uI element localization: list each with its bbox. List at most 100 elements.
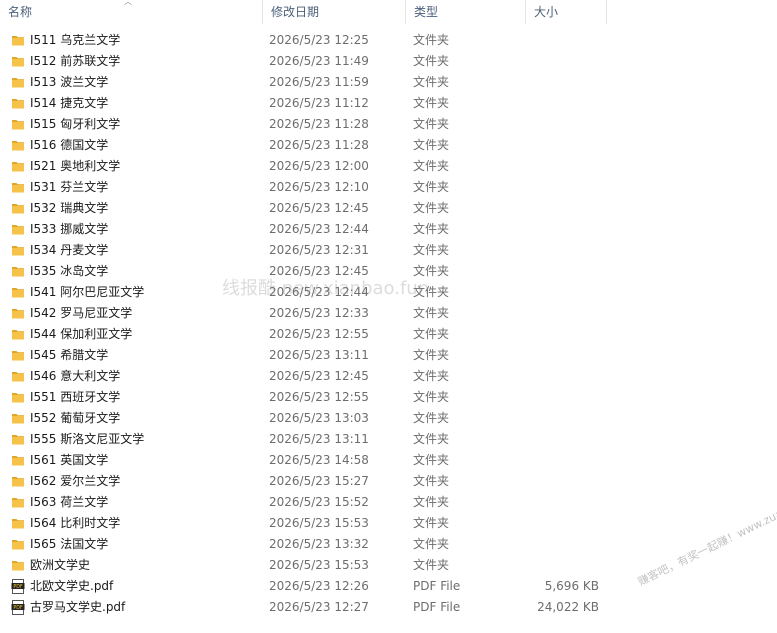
item-name: 北欧文学史.pdf: [30, 579, 114, 593]
item-name: I551 西班牙文学: [30, 390, 121, 404]
item-date-modified: 2026/5/23 13:11: [269, 348, 369, 362]
item-date-modified: 2026/5/23 15:27: [269, 474, 369, 488]
item-type: 文件夹: [413, 453, 450, 467]
item-name: I533 挪威文学: [30, 222, 109, 236]
folder-row[interactable]: I563 荷兰文学 2026/5/23 15:52 文件夹: [0, 492, 777, 513]
item-date-modified: 2026/5/23 12:44: [269, 222, 369, 236]
folder-row[interactable]: I533 挪威文学 2026/5/23 12:44 文件夹: [0, 219, 777, 240]
item-type: 文件夹: [413, 474, 450, 488]
folder-row[interactable]: I531 芬兰文学 2026/5/23 12:10 文件夹: [0, 177, 777, 198]
folder-icon: [11, 474, 25, 488]
file-row[interactable]: PDF 北欧文学史.pdf 2026/5/23 12:26 PDF File 5,696…: [0, 576, 777, 597]
item-name: I563 荷兰文学: [30, 495, 109, 509]
item-date-modified: 2026/5/23 12:44: [269, 285, 369, 299]
folder-row[interactable]: I511 乌克兰文学 2026/5/23 12:25 文件夹: [0, 30, 777, 51]
folder-row[interactable]: I544 保加利亚文学 2026/5/23 12:55 文件夹: [0, 324, 777, 345]
folder-row[interactable]: I532 瑞典文学 2026/5/23 12:45 文件夹: [0, 198, 777, 219]
item-name: I565 法国文学: [30, 537, 109, 551]
folder-row[interactable]: I515 匈牙利文学 2026/5/23 11:28 文件夹: [0, 114, 777, 135]
item-type: 文件夹: [413, 33, 450, 47]
folder-icon: [11, 243, 25, 257]
folder-row[interactable]: I521 奥地利文学 2026/5/23 12:00 文件夹: [0, 156, 777, 177]
item-date-modified: 2026/5/23 12:33: [269, 306, 369, 320]
folder-icon: [11, 495, 25, 509]
item-date-modified: 2026/5/23 12:00: [269, 159, 369, 173]
item-type: 文件夹: [413, 495, 450, 509]
item-date-modified: 2026/5/23 13:32: [269, 537, 369, 551]
folder-row[interactable]: 欧洲文学史 2026/5/23 15:53 文件夹: [0, 555, 777, 576]
item-name: I511 乌克兰文学: [30, 33, 121, 47]
folder-row[interactable]: I512 前苏联文学 2026/5/23 11:49 文件夹: [0, 51, 777, 72]
item-type: PDF File: [413, 579, 461, 593]
item-name: I532 瑞典文学: [30, 201, 109, 215]
folder-row[interactable]: I535 冰岛文学 2026/5/23 12:45 文件夹: [0, 261, 777, 282]
folder-row[interactable]: I516 德国文学 2026/5/23 11:28 文件夹: [0, 135, 777, 156]
folder-row[interactable]: I555 斯洛文尼亚文学 2026/5/23 13:11 文件夹: [0, 429, 777, 450]
item-date-modified: 2026/5/23 11:28: [269, 117, 369, 131]
pdf-file-icon: PDF: [11, 579, 25, 594]
item-type: 文件夹: [413, 306, 450, 320]
folder-icon: [11, 33, 25, 47]
item-type: 文件夹: [413, 285, 450, 299]
item-type: 文件夹: [413, 138, 450, 152]
folder-row[interactable]: I562 爱尔兰文学 2026/5/23 15:27 文件夹: [0, 471, 777, 492]
column-header-name[interactable]: ︿ 名称: [0, 0, 263, 24]
item-date-modified: 2026/5/23 12:27: [269, 600, 369, 614]
item-name: I545 希腊文学: [30, 348, 109, 362]
folder-row[interactable]: I561 英国文学 2026/5/23 14:58 文件夹: [0, 450, 777, 471]
sort-arrow-icon: ︿: [124, 0, 132, 6]
folder-icon: [11, 516, 25, 530]
folder-row[interactable]: I565 法国文学 2026/5/23 13:32 文件夹: [0, 534, 777, 555]
item-date-modified: 2026/5/23 11:28: [269, 138, 369, 152]
folder-row[interactable]: I564 比利时文学 2026/5/23 15:53 文件夹: [0, 513, 777, 534]
item-name: 欧洲文学史: [30, 558, 91, 572]
item-type: PDF File: [413, 600, 461, 614]
item-name: I516 德国文学: [30, 138, 109, 152]
column-header-date-label: 修改日期: [271, 5, 320, 19]
item-type: 文件夹: [413, 537, 450, 551]
item-date-modified: 2026/5/23 12:45: [269, 201, 369, 215]
folder-row[interactable]: I551 西班牙文学 2026/5/23 12:55 文件夹: [0, 387, 777, 408]
item-type: 文件夹: [413, 558, 450, 572]
folder-row[interactable]: I546 意大利文学 2026/5/23 12:45 文件夹: [0, 366, 777, 387]
item-name: 古罗马文学史.pdf: [30, 600, 126, 614]
folder-row[interactable]: I534 丹麦文学 2026/5/23 12:31 文件夹: [0, 240, 777, 261]
item-date-modified: 2026/5/23 11:49: [269, 54, 369, 68]
item-name: I546 意大利文学: [30, 369, 121, 383]
column-header-type[interactable]: 类型: [406, 0, 526, 24]
item-type: 文件夹: [413, 327, 450, 341]
item-type: 文件夹: [413, 432, 450, 446]
item-name: I542 罗马尼亚文学: [30, 306, 133, 320]
folder-row[interactable]: I541 阿尔巴尼亚文学 2026/5/23 12:44 文件夹: [0, 282, 777, 303]
svg-text:PDF: PDF: [13, 605, 23, 611]
item-name: I564 比利时文学: [30, 516, 121, 530]
folder-icon: [11, 327, 25, 341]
item-name: I512 前苏联文学: [30, 54, 121, 68]
pdf-file-icon: PDF: [11, 600, 25, 615]
column-header-bar: ︿ 名称 修改日期 类型 大小: [0, 0, 777, 24]
item-name: I555 斯洛文尼亚文学: [30, 432, 145, 446]
column-header-name-label: 名称: [8, 5, 33, 19]
item-type: 文件夹: [413, 516, 450, 530]
item-type: 文件夹: [413, 117, 450, 131]
column-header-date[interactable]: 修改日期: [263, 0, 406, 24]
item-name: I515 匈牙利文学: [30, 117, 121, 131]
item-name: I514 捷克文学: [30, 96, 109, 110]
column-header-size[interactable]: 大小: [526, 0, 607, 24]
folder-row[interactable]: I542 罗马尼亚文学 2026/5/23 12:33 文件夹: [0, 303, 777, 324]
folder-icon: [11, 264, 25, 278]
folder-row[interactable]: I552 葡萄牙文学 2026/5/23 13:03 文件夹: [0, 408, 777, 429]
item-type: 文件夹: [413, 54, 450, 68]
file-row[interactable]: PDF 古罗马文学史.pdf 2026/5/23 12:27 PDF File 24,0…: [0, 597, 777, 618]
folder-icon: [11, 558, 25, 572]
folder-icon: [11, 306, 25, 320]
folder-row[interactable]: I514 捷克文学 2026/5/23 11:12 文件夹: [0, 93, 777, 114]
file-list: I511 乌克兰文学 2026/5/23 12:25 文件夹 I512 前苏联文学 20…: [0, 30, 777, 618]
folder-row[interactable]: I545 希腊文学 2026/5/23 13:11 文件夹: [0, 345, 777, 366]
item-name: I562 爱尔兰文学: [30, 474, 121, 488]
folder-row[interactable]: I513 波兰文学 2026/5/23 11:59 文件夹: [0, 72, 777, 93]
item-date-modified: 2026/5/23 15:53: [269, 516, 369, 530]
item-type: 文件夹: [413, 96, 450, 110]
item-name: I531 芬兰文学: [30, 180, 109, 194]
item-type: 文件夹: [413, 411, 450, 425]
